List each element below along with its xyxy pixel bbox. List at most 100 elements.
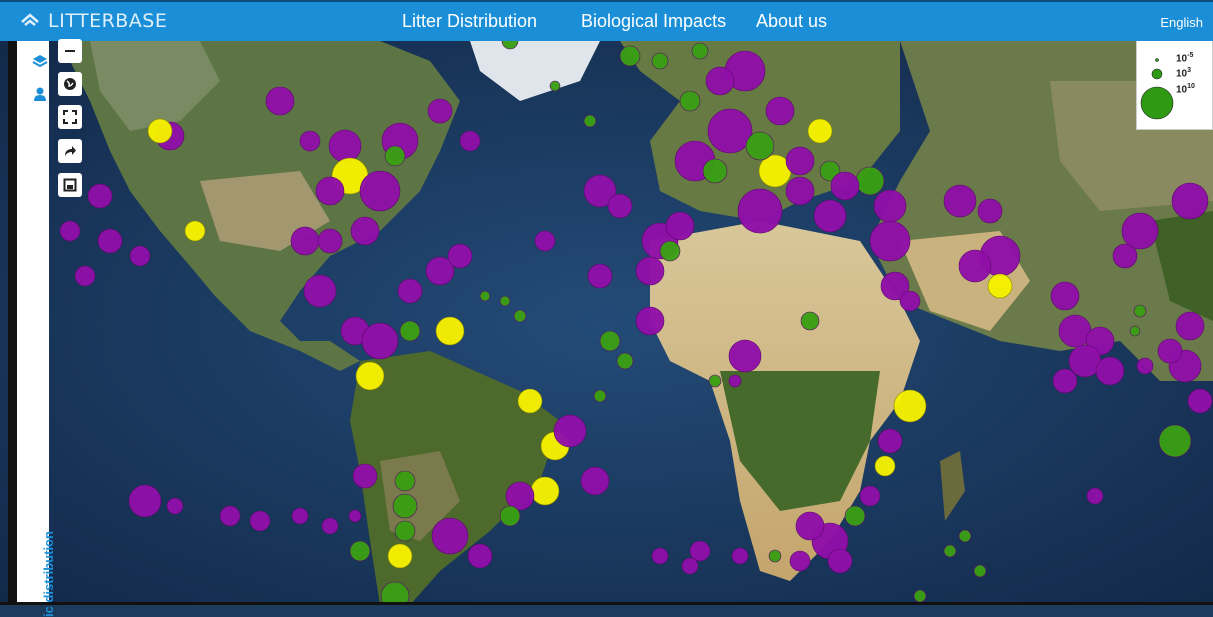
litter-marker[interactable] (479, 290, 491, 302)
litter-marker[interactable] (394, 520, 416, 542)
litter-marker[interactable] (958, 529, 972, 543)
litter-marker[interactable] (785, 176, 815, 206)
litter-marker[interactable] (447, 243, 473, 269)
litter-marker[interactable] (265, 86, 295, 116)
litter-marker[interactable] (1136, 357, 1154, 375)
litter-marker[interactable] (384, 145, 406, 167)
litter-marker[interactable] (899, 290, 921, 312)
litter-marker[interactable] (855, 166, 885, 196)
litter-marker[interactable] (874, 455, 896, 477)
litter-marker[interactable] (1121, 212, 1159, 250)
litter-marker[interactable] (844, 505, 866, 527)
litter-marker[interactable] (328, 129, 362, 163)
litter-marker[interactable] (859, 485, 881, 507)
litter-marker[interactable] (616, 352, 634, 370)
litter-marker[interactable] (580, 466, 610, 496)
litter-marker[interactable] (789, 550, 811, 572)
litter-marker[interactable] (958, 249, 992, 283)
litter-marker[interactable] (352, 463, 378, 489)
litter-marker[interactable] (737, 188, 783, 234)
litter-marker[interactable] (987, 273, 1013, 299)
litter-marker[interactable] (893, 389, 927, 423)
litter-marker[interactable] (635, 306, 665, 336)
litter-marker[interactable] (1171, 182, 1209, 220)
litter-marker[interactable] (1175, 311, 1205, 341)
litter-marker[interactable] (1157, 338, 1183, 364)
litter-marker[interactable] (785, 146, 815, 176)
litter-marker[interactable] (619, 45, 641, 67)
litter-marker[interactable] (705, 66, 735, 96)
litter-marker[interactable] (249, 510, 271, 532)
litter-marker[interactable] (166, 497, 184, 515)
litter-marker[interactable] (708, 374, 722, 388)
litter-marker[interactable] (392, 493, 418, 519)
litter-marker[interactable] (399, 320, 421, 342)
litter-marker[interactable] (315, 176, 345, 206)
litter-marker[interactable] (807, 118, 833, 144)
litter-marker[interactable] (765, 96, 795, 126)
litter-marker[interactable] (147, 118, 173, 144)
language-selector[interactable]: English (1160, 15, 1203, 30)
litter-marker[interactable] (303, 274, 337, 308)
litter-marker[interactable] (387, 543, 413, 569)
litter-marker[interactable] (1133, 304, 1147, 318)
litter-marker[interactable] (74, 265, 96, 287)
litter-marker[interactable] (290, 226, 320, 256)
litter-marker[interactable] (593, 389, 607, 403)
litter-marker[interactable] (1187, 388, 1213, 414)
litter-marker[interactable] (397, 278, 423, 304)
litter-marker[interactable] (830, 171, 860, 201)
litter-marker[interactable] (553, 414, 587, 448)
share-button[interactable] (58, 139, 82, 163)
litter-marker[interactable] (635, 256, 665, 286)
map-canvas[interactable] (0, 41, 1213, 605)
litter-marker[interactable] (355, 361, 385, 391)
litter-marker[interactable] (321, 517, 339, 535)
litter-marker[interactable] (665, 211, 695, 241)
litter-marker[interactable] (501, 41, 519, 50)
print-button[interactable] (58, 173, 82, 197)
litter-marker[interactable] (1050, 281, 1080, 311)
litter-marker[interactable] (943, 544, 957, 558)
litter-marker[interactable] (87, 183, 113, 209)
litter-marker[interactable] (349, 540, 371, 562)
litter-marker[interactable] (795, 511, 825, 541)
fullscreen-button[interactable] (58, 105, 82, 129)
litter-marker[interactable] (97, 228, 123, 254)
litter-marker[interactable] (800, 311, 820, 331)
litter-marker[interactable] (745, 131, 775, 161)
litter-marker[interactable] (549, 80, 561, 92)
litter-marker[interactable] (943, 184, 977, 218)
litter-marker[interactable] (973, 564, 987, 578)
litter-marker[interactable] (869, 220, 911, 262)
litter-marker[interactable] (651, 547, 669, 565)
litter-marker[interactable] (913, 589, 927, 603)
litter-marker[interactable] (1129, 325, 1141, 337)
nav-litter-distribution[interactable]: Litter Distribution (402, 11, 537, 32)
globe-button[interactable] (58, 72, 82, 96)
layers-icon[interactable] (32, 54, 48, 70)
litter-marker[interactable] (689, 540, 711, 562)
litter-marker[interactable] (291, 507, 309, 525)
litter-marker[interactable] (427, 98, 453, 124)
litter-marker[interactable] (599, 330, 621, 352)
litter-marker[interactable] (728, 374, 742, 388)
litter-marker[interactable] (499, 505, 521, 527)
litter-marker[interactable] (359, 170, 401, 212)
litter-marker[interactable] (1158, 424, 1192, 458)
litter-marker[interactable] (691, 42, 709, 60)
litter-marker[interactable] (873, 189, 907, 223)
litter-marker[interactable] (587, 263, 613, 289)
litter-marker[interactable] (128, 484, 162, 518)
litter-marker[interactable] (1052, 368, 1078, 394)
litter-marker[interactable] (517, 388, 543, 414)
litter-marker[interactable] (877, 428, 903, 454)
litter-marker[interactable] (659, 240, 681, 262)
litter-marker[interactable] (219, 505, 241, 527)
litter-marker[interactable] (435, 316, 465, 346)
litter-marker[interactable] (361, 322, 399, 360)
litter-marker[interactable] (394, 470, 416, 492)
litter-marker[interactable] (499, 295, 511, 307)
litter-marker[interactable] (299, 130, 321, 152)
litter-marker[interactable] (651, 52, 669, 70)
